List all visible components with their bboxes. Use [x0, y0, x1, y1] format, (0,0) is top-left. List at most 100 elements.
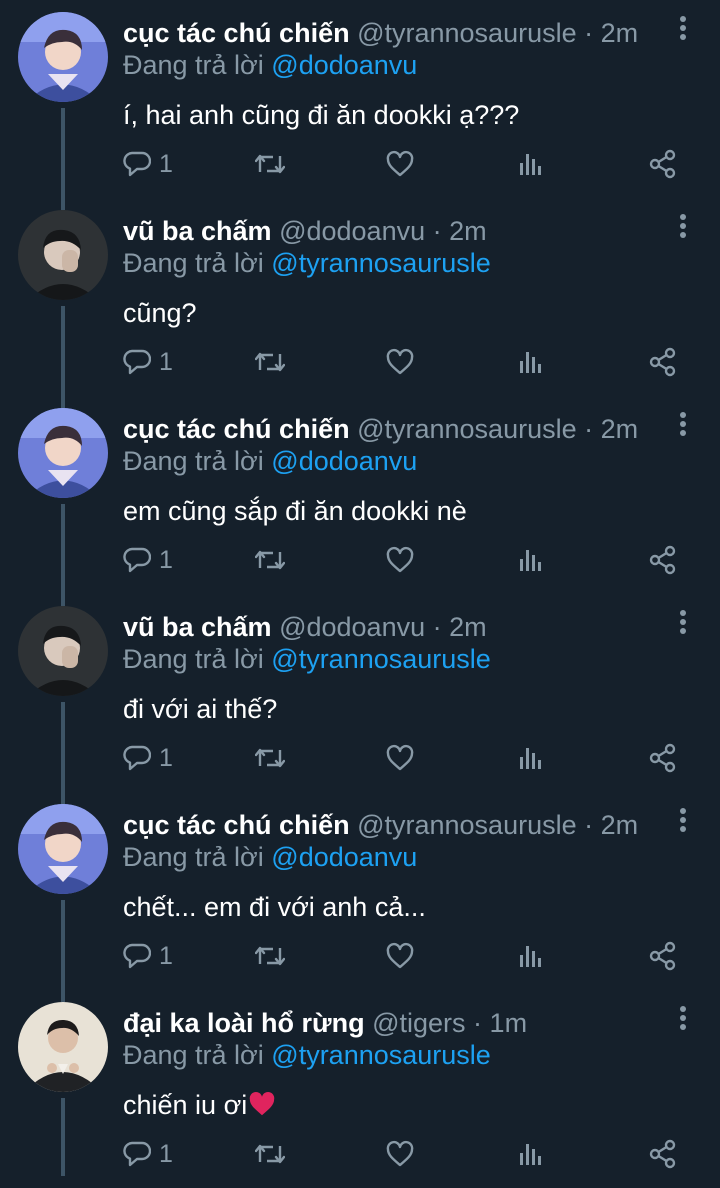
- replying-to-handle[interactable]: @tyrannosaurusle: [271, 1040, 491, 1070]
- share-button[interactable]: [648, 740, 678, 776]
- avatar-blue[interactable]: [18, 804, 108, 894]
- timestamp[interactable]: 2m: [601, 414, 639, 444]
- retweet-button[interactable]: [255, 1136, 285, 1172]
- analytics-button[interactable]: [518, 740, 544, 776]
- avatar-dark[interactable]: [18, 606, 108, 696]
- more-options-icon[interactable]: [674, 806, 692, 836]
- user-handle[interactable]: @tyrannosaurusle: [357, 810, 577, 840]
- tweet[interactable]: vũ ba chấm @dodoanvu · 2m Đang trả lời @…: [0, 198, 720, 408]
- timestamp[interactable]: 2m: [449, 216, 487, 246]
- replying-to-label: Đang trả lời: [123, 644, 264, 674]
- display-name[interactable]: vũ ba chấm: [123, 216, 272, 246]
- tweet-text-content: cũng?: [123, 298, 197, 328]
- share-button[interactable]: [648, 344, 678, 380]
- tweet[interactable]: cục tác chú chiến @tyrannosaurusle · 2m …: [0, 0, 720, 210]
- avatar-blue[interactable]: [18, 408, 108, 498]
- replying-to-label: Đang trả lời: [123, 1040, 264, 1070]
- user-handle[interactable]: @dodoanvu: [279, 216, 425, 246]
- user-handle[interactable]: @tigers: [372, 1008, 465, 1038]
- more-options-icon[interactable]: [674, 608, 692, 638]
- analytics-icon: [520, 748, 541, 769]
- display-name[interactable]: vũ ba chấm: [123, 612, 272, 642]
- tweet[interactable]: cục tác chú chiến @tyrannosaurusle · 2m …: [0, 792, 720, 1002]
- retweet-button[interactable]: [255, 938, 285, 974]
- reply-button[interactable]: 1: [123, 344, 173, 380]
- reply-button[interactable]: 1: [123, 542, 173, 578]
- reply-button[interactable]: 1: [123, 1136, 173, 1172]
- share-icon: [649, 1139, 676, 1169]
- avatar-dark[interactable]: [18, 210, 108, 300]
- retweet-button[interactable]: [255, 146, 285, 182]
- analytics-button[interactable]: [518, 1136, 544, 1172]
- replying-to-handle[interactable]: @tyrannosaurusle: [271, 248, 491, 278]
- replying-to-handle[interactable]: @dodoanvu: [271, 842, 417, 872]
- display-name[interactable]: cục tác chú chiến: [123, 414, 350, 444]
- tweet-text: cũng?: [123, 295, 197, 331]
- thread-connector-line: [61, 900, 65, 1002]
- more-options-icon[interactable]: [674, 1004, 692, 1034]
- header-separator: ·: [425, 216, 450, 246]
- retweet-button[interactable]: [255, 740, 285, 776]
- share-button[interactable]: [648, 938, 678, 974]
- thread-connector-line: [61, 792, 65, 804]
- reply-button[interactable]: 1: [123, 938, 173, 974]
- analytics-button[interactable]: [518, 542, 544, 578]
- like-button[interactable]: [385, 146, 415, 182]
- tweet-header: cục tác chú chiến @tyrannosaurusle · 2m: [123, 808, 638, 842]
- like-button[interactable]: [385, 938, 415, 974]
- header-separator: ·: [576, 18, 601, 48]
- heart-outline-icon: [386, 150, 414, 177]
- share-button[interactable]: [648, 146, 678, 182]
- like-button[interactable]: [385, 1136, 415, 1172]
- tweet-text-content: đi với ai thế?: [123, 694, 278, 724]
- analytics-icon: [520, 352, 541, 373]
- display-name[interactable]: cục tác chú chiến: [123, 18, 350, 48]
- tweet-text-content: em cũng sắp đi ăn dookki nè: [123, 496, 467, 526]
- avatar-blue[interactable]: [18, 12, 108, 102]
- analytics-button[interactable]: [518, 146, 544, 182]
- display-name[interactable]: cục tác chú chiến: [123, 810, 350, 840]
- reply-button[interactable]: 1: [123, 740, 173, 776]
- thread-connector-line: [61, 1098, 65, 1176]
- like-button[interactable]: [385, 542, 415, 578]
- retweet-button[interactable]: [255, 542, 285, 578]
- more-options-icon[interactable]: [674, 212, 692, 242]
- display-name[interactable]: đại ka loài hổ rừng: [123, 1008, 365, 1038]
- replying-to-handle[interactable]: @dodoanvu: [271, 446, 417, 476]
- share-button[interactable]: [648, 542, 678, 578]
- replying-to: Đang trả lời @dodoanvu: [123, 48, 417, 82]
- share-button[interactable]: [648, 1136, 678, 1172]
- retweet-button[interactable]: [255, 344, 285, 380]
- replying-to-handle[interactable]: @tyrannosaurusle: [271, 644, 491, 674]
- like-button[interactable]: [385, 740, 415, 776]
- heart-outline-icon: [386, 348, 414, 375]
- tweet[interactable]: đại ka loài hổ rừng @tigers · 1m Đang tr…: [0, 990, 720, 1188]
- timestamp[interactable]: 2m: [601, 810, 639, 840]
- more-options-icon[interactable]: [674, 14, 692, 44]
- timestamp[interactable]: 2m: [449, 612, 487, 642]
- retweet-icon: [255, 352, 285, 372]
- user-handle[interactable]: @dodoanvu: [279, 612, 425, 642]
- like-button[interactable]: [385, 344, 415, 380]
- tweet[interactable]: cục tác chú chiến @tyrannosaurusle · 2m …: [0, 396, 720, 606]
- reply-button[interactable]: 1: [123, 146, 173, 182]
- analytics-icon: [520, 1144, 541, 1165]
- timestamp[interactable]: 2m: [601, 18, 639, 48]
- user-handle[interactable]: @tyrannosaurusle: [357, 18, 577, 48]
- avatar-light[interactable]: [18, 1002, 108, 1092]
- user-handle[interactable]: @tyrannosaurusle: [357, 414, 577, 444]
- replying-to-handle[interactable]: @dodoanvu: [271, 50, 417, 80]
- tweet[interactable]: vũ ba chấm @dodoanvu · 2m Đang trả lời @…: [0, 594, 720, 804]
- share-icon: [649, 545, 676, 575]
- tweet-text: chiến iu ơi: [123, 1087, 276, 1127]
- heart-outline-icon: [386, 1140, 414, 1167]
- reply-icon: [123, 943, 151, 969]
- replying-to: Đang trả lời @tyrannosaurusle: [123, 246, 491, 280]
- share-icon: [649, 347, 676, 377]
- heart-outline-icon: [386, 942, 414, 969]
- analytics-button[interactable]: [518, 938, 544, 974]
- timestamp[interactable]: 1m: [490, 1008, 528, 1038]
- header-separator: ·: [576, 810, 601, 840]
- more-options-icon[interactable]: [674, 410, 692, 440]
- analytics-button[interactable]: [518, 344, 544, 380]
